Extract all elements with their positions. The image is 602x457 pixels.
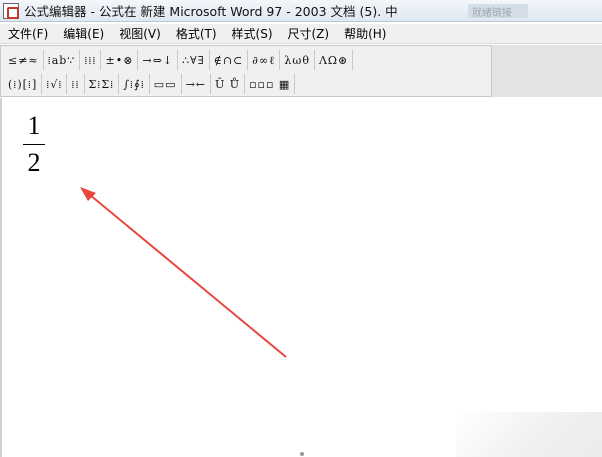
- watermark-overlay: [456, 412, 602, 457]
- annotation-arrow: [80, 187, 287, 358]
- arrow-shaft: [83, 189, 287, 358]
- bottom-marker-dot: [300, 452, 304, 456]
